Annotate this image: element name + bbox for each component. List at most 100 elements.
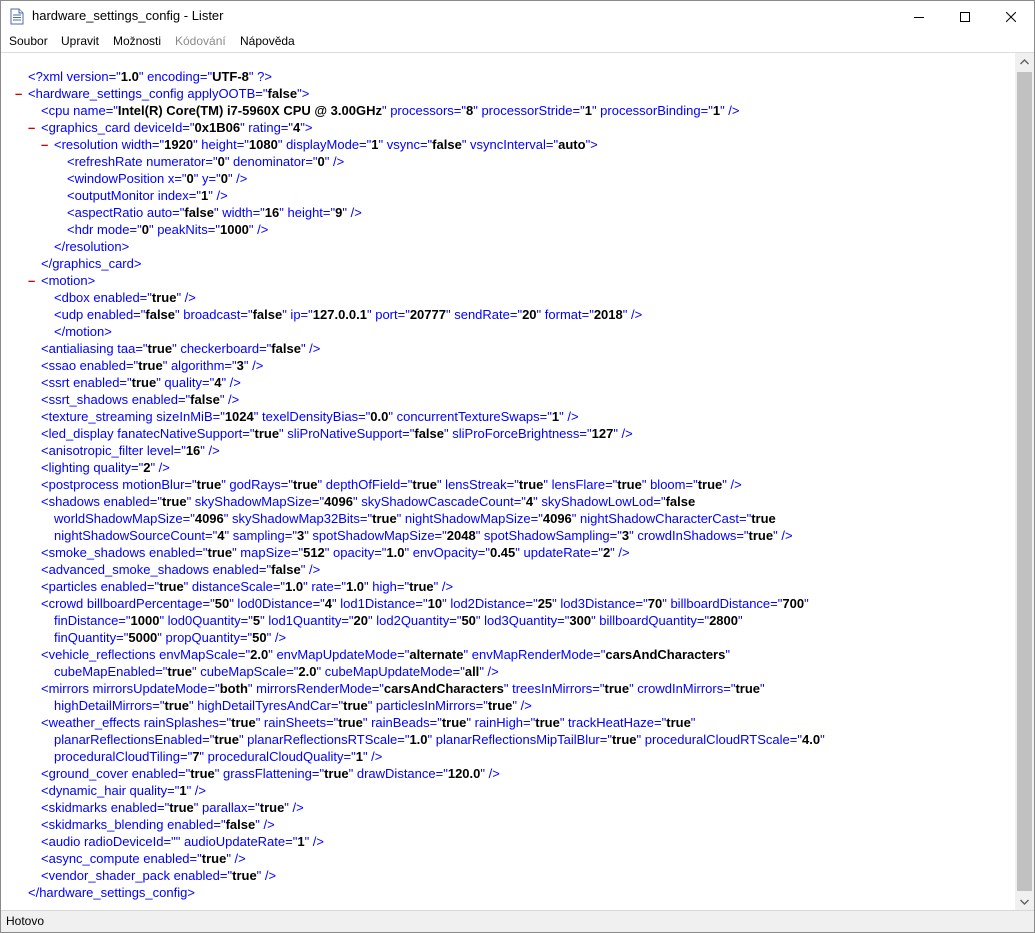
xml-attribute: mirrorsUpdateMode=" — [92, 681, 220, 696]
xml-value: false — [252, 307, 283, 322]
xml-value: 70 — [647, 596, 663, 611]
xml-tag: <outputMonitor — [67, 188, 158, 203]
xml-value: 1.0 — [120, 69, 139, 84]
xml-attribute: enabled=" — [110, 800, 170, 815]
xml-attribute: " drawDistance=" — [348, 766, 448, 781]
close-button[interactable] — [988, 1, 1034, 32]
xml-line: worldShadowMapSize="4096" skyShadowMap32… — [54, 510, 776, 527]
xml-value: true — [666, 715, 691, 730]
xml-value: 5000 — [128, 630, 158, 645]
xml-line: <skidmarks_blending enabled="false" /> — [41, 816, 275, 833]
xml-attribute: " crowdInMirrors=" — [629, 681, 736, 696]
vertical-scrollbar[interactable] — [1015, 53, 1034, 910]
xml-attribute: " checkerboard=" — [172, 341, 272, 356]
xml-value: all — [464, 664, 480, 679]
xml-line: <ssrt_shadows enabled="false" /> — [41, 391, 239, 408]
xml-tag: </motion> — [54, 324, 112, 339]
xml-attribute: " /> — [479, 664, 499, 679]
xml-value: 50 — [214, 596, 230, 611]
xml-attribute: " width=" — [214, 205, 265, 220]
status-text: Hotovo — [6, 914, 45, 928]
minimize-button[interactable] — [896, 1, 942, 32]
xml-tag: <ssrt — [41, 375, 74, 390]
xml-value: true — [697, 477, 723, 492]
xml-attribute: " quality=" — [156, 375, 215, 390]
scrollbar-thumb[interactable] — [1017, 72, 1032, 891]
xml-attribute: " peakNits=" — [148, 222, 220, 237]
scroll-down-button[interactable] — [1015, 893, 1034, 910]
xml-line: <?xml version="1.0" encoding="UTF-8" ?> — [28, 68, 272, 85]
xml-line: <antialiasing taa="true" checkerboard="f… — [41, 340, 320, 357]
xml-attribute: " — [690, 715, 696, 730]
menu-napoveda[interactable]: Nápověda — [240, 34, 295, 48]
xml-line: <refreshRate numerator="0" denominator="… — [67, 153, 344, 170]
xml-value: carsAndCharacters — [383, 681, 504, 696]
xml-tag: <refreshRate — [67, 154, 147, 169]
xml-tag: <?xml — [28, 69, 67, 84]
xml-tag: <weather_effects — [41, 715, 144, 730]
xml-attribute: " /> — [186, 783, 206, 798]
xml-tag: <advanced_smoke_shadows — [41, 562, 213, 577]
xml-value: false — [271, 341, 301, 356]
xml-viewer[interactable]: <?xml version="1.0" encoding="UTF-8" ?> –… — [1, 53, 1015, 910]
xml-attribute: " processorBinding=" — [591, 103, 713, 118]
xml-value: auto — [558, 137, 586, 152]
xml-attribute: " treesInMirrors=" — [503, 681, 605, 696]
title-bar[interactable]: hardware_settings_config - Lister — [1, 1, 1034, 32]
xml-tag: <resolution — [54, 137, 122, 152]
xml-attribute: " envMapRenderMode=" — [463, 647, 606, 662]
xml-attribute: sizeInMiB=" — [156, 409, 225, 424]
xml-value: 0 — [141, 222, 149, 237]
menu-kodovani[interactable]: Kódování — [175, 34, 226, 48]
menu-soubor[interactable]: Soubor — [9, 34, 48, 48]
xml-attribute: fanatecNativeSupport=" — [117, 426, 255, 441]
xml-value: 0 — [317, 154, 325, 169]
xml-line: cubeMapEnabled="true" cubeMapScale="2.0"… — [54, 663, 499, 680]
xml-tag: <led_display — [41, 426, 118, 441]
collapse-toggle[interactable]: – — [28, 119, 35, 136]
xml-value: 1 — [355, 749, 363, 764]
xml-tag: <vendor_shader_pack — [41, 868, 174, 883]
xml-attribute: " nightShadowCharacterCast=" — [571, 511, 752, 526]
xml-attribute: " displayMode=" — [277, 137, 372, 152]
xml-tag: <windowPosition — [67, 171, 168, 186]
xml-attribute: " format=" — [536, 307, 594, 322]
xml-attribute: nightShadowSourceCount=" — [54, 528, 218, 543]
xml-attribute: " lod0Distance=" — [229, 596, 325, 611]
xml-value: 300 — [569, 613, 592, 628]
xml-value: true — [196, 477, 222, 492]
xml-attribute: " /> — [610, 545, 630, 560]
collapse-toggle[interactable]: – — [28, 272, 35, 289]
xml-attribute: " skyShadowCascadeCount=" — [352, 494, 526, 509]
xml-tag: <skidmarks — [41, 800, 111, 815]
xml-value: true — [138, 358, 163, 373]
xml-line: <ssao enabled="true" algorithm="3" /> — [41, 357, 263, 374]
xml-value: 1.0 — [285, 579, 304, 594]
xml-attribute: " /> — [300, 562, 321, 577]
xml-value: true — [324, 766, 349, 781]
status-bar: Hotovo — [1, 910, 1034, 932]
menu-moznosti[interactable]: Možnosti — [113, 34, 161, 48]
scroll-up-button[interactable] — [1015, 53, 1034, 70]
xml-attribute: " texelDensityBias=" — [253, 409, 371, 424]
menu-upravit[interactable]: Upravit — [61, 34, 99, 48]
xml-value: 127.0.0.1 — [312, 307, 367, 322]
collapse-toggle[interactable]: – — [41, 136, 48, 153]
xml-attribute: " /> — [226, 851, 246, 866]
xml-attribute: enabled=" — [86, 307, 146, 322]
xml-value: 1.0 — [386, 545, 405, 560]
xml-line: <windowPosition x="0" y="0" /> — [67, 170, 247, 187]
xml-attribute: auto=" — [146, 205, 185, 220]
collapse-toggle[interactable]: – — [15, 85, 22, 102]
xml-attribute: enabled=" — [167, 817, 226, 832]
xml-attribute: envMapScale=" — [159, 647, 251, 662]
xml-attribute: " /> — [248, 222, 269, 237]
xml-attribute: " planarReflectionsRTScale=" — [238, 732, 410, 747]
xml-attribute: " vsync=" — [378, 137, 433, 152]
xml-attribute: " lod2Distance=" — [442, 596, 538, 611]
xml-attribute: " /> — [613, 426, 633, 441]
xml-attribute: " /> — [243, 358, 264, 373]
xml-tag: <ssao — [41, 358, 80, 373]
xml-attribute: " skyShadowMap32Bits=" — [223, 511, 373, 526]
maximize-button[interactable] — [942, 1, 988, 32]
